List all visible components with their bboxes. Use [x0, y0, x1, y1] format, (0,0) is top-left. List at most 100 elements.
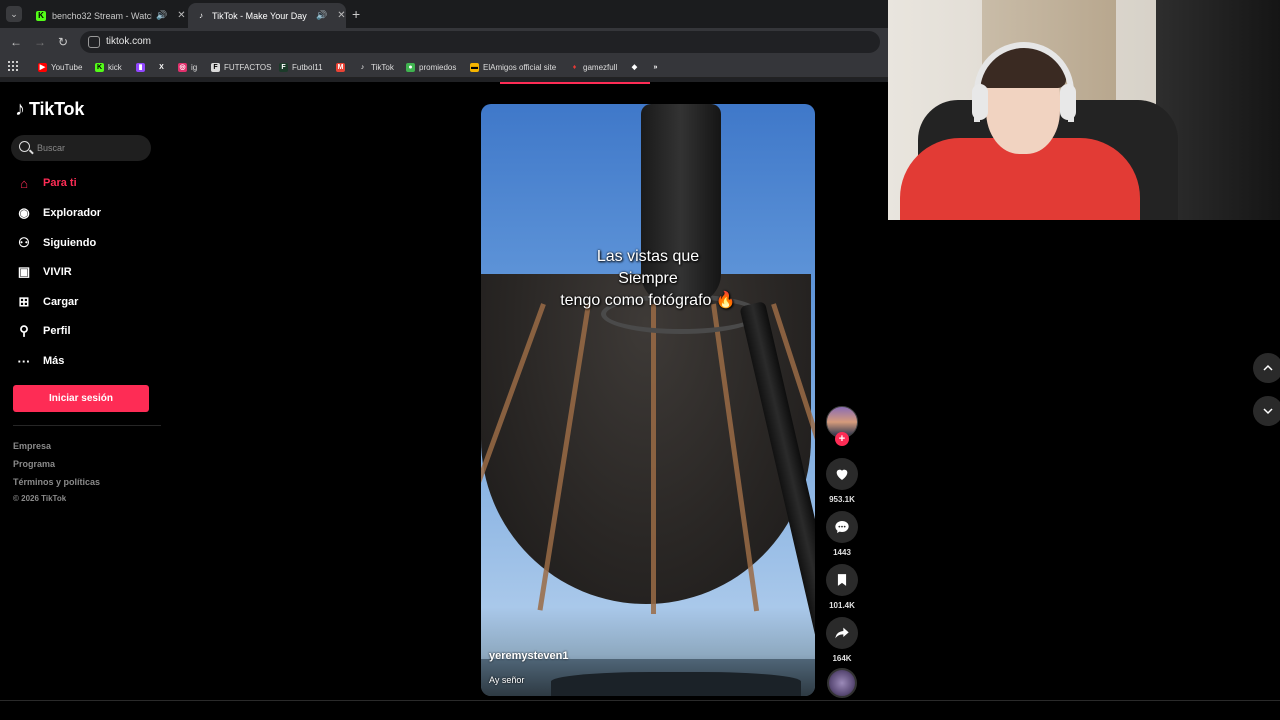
bookmark-label: YouTube — [51, 62, 83, 72]
bookmark-icon: » — [653, 63, 658, 71]
reload-icon[interactable]: ↻ — [58, 35, 68, 49]
close-icon[interactable]: ✕ — [177, 10, 185, 21]
browser-chrome: ⌄ K bencho32 Stream - Watch Live 🔊 ✕ ♪ T… — [0, 0, 888, 82]
comment-button[interactable] — [826, 511, 858, 543]
nav-upload[interactable]: ⊞ Cargar — [15, 292, 79, 312]
softbox-rib — [651, 304, 656, 614]
site-info-icon[interactable] — [88, 36, 100, 48]
bookmark-label: ElAmigos official site — [483, 62, 557, 72]
profile-icon: ⚲ — [19, 323, 29, 338]
search-input[interactable] — [37, 139, 147, 157]
bookmark-ig[interactable]: ◎ ig — [178, 60, 197, 74]
instagram-icon: ◎ — [178, 62, 187, 72]
nav-for-you[interactable]: ⌂ Para ti — [15, 173, 77, 193]
forward-icon[interactable]: → — [34, 35, 46, 49]
omnibox[interactable]: tiktok.com — [80, 31, 880, 53]
bookmark-gamezfull[interactable]: ♦ gamezfull — [570, 60, 618, 74]
music-disc[interactable] — [827, 668, 857, 698]
upload-icon: ⊞ — [18, 294, 30, 309]
bookmark-icon — [837, 574, 847, 586]
bookmark-diamond[interactable]: ◆ — [630, 60, 643, 74]
url-text[interactable]: tiktok.com — [106, 36, 151, 47]
bookmark-gmail[interactable]: M — [336, 60, 349, 74]
next-video-button[interactable] — [1253, 396, 1280, 426]
tab-search-button[interactable]: ⌄ — [6, 6, 22, 22]
copyright: © 2026 TikTok — [13, 494, 67, 503]
nav-label: VIVIR — [43, 266, 72, 278]
bookmark-futbol11[interactable]: F Futbol11 — [279, 60, 323, 74]
bookmark-promiedos[interactable]: ● promiedos — [406, 60, 456, 74]
heart-icon — [836, 469, 848, 480]
compass-icon: ◉ — [18, 205, 30, 220]
save-button[interactable] — [826, 564, 858, 596]
folder-icon: ▬ — [470, 62, 479, 72]
bookmark-twitch[interactable]: ▮ — [136, 60, 149, 74]
tab-kick-stream[interactable]: K bencho32 Stream - Watch Live 🔊 ✕ — [28, 3, 186, 28]
share-button[interactable] — [826, 617, 858, 649]
bookmark-futfactos[interactable]: F FUTFACTOS — [211, 60, 271, 74]
apps-grid-icon[interactable] — [8, 61, 18, 71]
address-bar-row: ← → ↻ tiktok.com — [0, 28, 888, 56]
footer-link-company[interactable]: Empresa — [13, 441, 51, 451]
gmail-icon: M — [336, 62, 345, 72]
bookmark-other[interactable]: » — [651, 60, 664, 74]
bookmark-label: Futbol11 — [292, 62, 323, 72]
bookmark-label: gamezfull — [583, 62, 618, 72]
new-tab-button[interactable]: + — [352, 6, 360, 22]
brand-name: TikTok — [29, 99, 85, 119]
nav-more[interactable]: ··· Más — [15, 351, 65, 371]
login-button[interactable]: Iniciar sesión — [13, 385, 149, 412]
speaker-icon[interactable]: 🔊 — [156, 10, 167, 21]
chevron-down-icon — [1263, 408, 1273, 415]
bookmark-elamigos[interactable]: ▬ ElAmigos official site — [470, 60, 556, 74]
bookmark-tiktok[interactable]: ♪ TikTok — [358, 60, 394, 74]
diamond-icon: ◆ — [631, 63, 638, 71]
tab-tiktok[interactable]: ♪ TikTok - Make Your Day 🔊 ✕ — [188, 3, 346, 28]
bookmark-youtube[interactable]: ▶ YouTube — [38, 60, 82, 74]
tiktok-logo[interactable]: ♪ TikTok — [15, 98, 84, 121]
nav-following[interactable]: ⚇ Siguiendo — [15, 233, 96, 253]
futfactos-icon: F — [211, 62, 220, 72]
gamezfull-icon: ♦ — [572, 63, 577, 71]
coastline-rocks — [551, 672, 801, 696]
tiktok-icon: ♪ — [199, 10, 203, 20]
bookmark-label: TikTok — [371, 62, 394, 72]
like-count: 953.1K — [829, 495, 855, 504]
follow-plus-icon[interactable]: + — [835, 432, 849, 446]
caption-line: Siempre — [618, 270, 678, 287]
nav-explore[interactable]: ◉ Explorador — [15, 203, 101, 223]
footer-link-program[interactable]: Programa — [13, 459, 55, 469]
home-icon: ⌂ — [20, 175, 28, 191]
bookmark-x[interactable]: X — [157, 60, 170, 74]
nav-live[interactable]: ▣ VIVIR — [15, 262, 72, 282]
nav-profile[interactable]: ⚲ Perfil — [15, 321, 71, 341]
live-icon: ▣ — [17, 264, 31, 279]
nav-label: Para ti — [43, 177, 77, 189]
bottom-divider — [0, 700, 1280, 701]
caption-line: Las vistas que — [596, 248, 700, 265]
nav-label: Más — [43, 355, 65, 367]
tiktok-icon: ♪ — [360, 63, 365, 71]
previous-video-button[interactable] — [1253, 353, 1280, 383]
bookmark-label: kick — [108, 62, 122, 72]
search-box[interactable] — [11, 135, 151, 161]
share-icon — [835, 627, 849, 639]
video-player[interactable]: Las vistas que Siempre tengo como fotógr… — [481, 104, 815, 696]
close-icon[interactable]: ✕ — [337, 10, 345, 21]
speaker-icon[interactable]: 🔊 — [316, 10, 327, 21]
video-username[interactable]: yeremysteven1 — [489, 650, 569, 662]
futbol11-icon: F — [279, 62, 288, 72]
chevron-up-icon — [1263, 364, 1273, 371]
bookmark-label: ig — [191, 62, 198, 72]
footer-link-terms[interactable]: Términos y políticas — [13, 477, 100, 487]
back-icon[interactable]: ← — [10, 35, 22, 49]
bookmark-kick[interactable]: Kkick — [95, 60, 122, 74]
search-icon — [19, 141, 30, 152]
tab-title: bencho32 Stream - Watch Live — [52, 10, 152, 21]
video-caption: Las vistas que Siempre tengo como fotógr… — [481, 246, 815, 312]
nav-label: Perfil — [43, 325, 71, 337]
save-count: 101.4K — [829, 601, 855, 610]
headset-earcup — [972, 84, 988, 120]
like-button[interactable] — [826, 458, 858, 490]
caption-line: tengo como fotógrafo 🔥 — [560, 292, 736, 309]
